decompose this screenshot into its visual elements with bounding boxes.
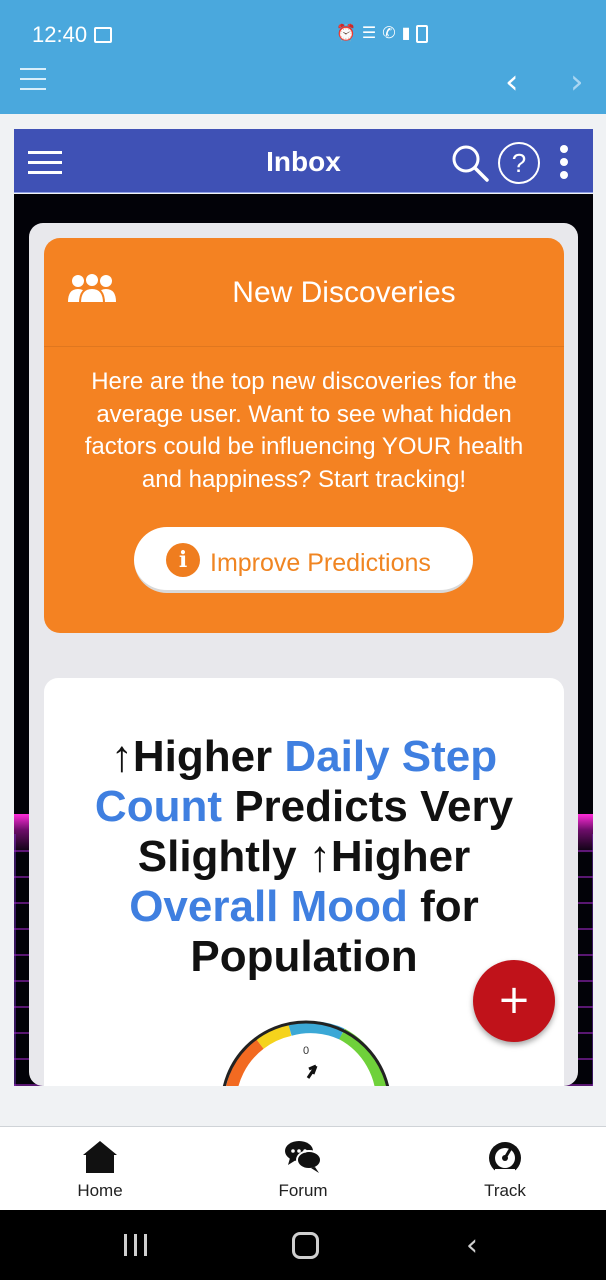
home-button-icon[interactable]	[292, 1232, 319, 1259]
speedometer-icon	[489, 1142, 521, 1175]
status-bar: 12:40 ⏰ ☰ ✆ ▮ ‹ ›	[0, 0, 606, 114]
browser-menu-icon[interactable]	[20, 68, 46, 98]
more-options-icon[interactable]	[560, 145, 570, 184]
signal-icon: ▮	[401, 25, 411, 42]
info-icon: i	[166, 543, 200, 577]
status-time: 12:40	[32, 22, 88, 47]
nav-home[interactable]: Home	[40, 1139, 160, 1201]
wifi-calling-icon: ✆	[382, 25, 396, 42]
discoveries-card: New Discoveries Here are the top new dis…	[44, 238, 564, 633]
system-nav-bar: ‹	[0, 1210, 606, 1280]
status-icons: ⏰ ☰ ✆ ▮	[336, 24, 429, 44]
search-icon[interactable]	[450, 143, 490, 183]
gallery-notification-icon	[94, 27, 112, 43]
add-button[interactable]: +	[473, 960, 555, 1042]
wifi-icon: ☰	[361, 25, 377, 42]
improve-predictions-label: Improve Predictions	[210, 549, 431, 577]
study-title: ↑Higher Daily Step Count Predicts Very S…	[94, 732, 514, 981]
divider	[44, 346, 564, 347]
battery-icon	[416, 25, 429, 43]
recents-icon[interactable]	[124, 1234, 150, 1256]
chat-bubbles-icon	[285, 1141, 322, 1173]
nav-forum[interactable]: Forum	[243, 1139, 363, 1201]
bottom-spacer	[0, 1086, 606, 1126]
people-icon	[68, 272, 116, 304]
improve-predictions-button[interactable]: i Improve Predictions	[134, 527, 473, 593]
nav-track-label: Track	[484, 1181, 526, 1200]
gauge-label: 0	[303, 1045, 309, 1057]
help-icon[interactable]: ?	[498, 142, 540, 184]
app-header: Inbox ?	[14, 129, 593, 193]
effect-variable: Overall Mood	[129, 882, 408, 931]
home-icon	[83, 1141, 117, 1173]
alarm-icon: ⏰	[336, 25, 356, 42]
nav-forum-label: Forum	[278, 1181, 328, 1200]
nav-home-label: Home	[77, 1181, 123, 1200]
browser-back-icon[interactable]: ‹	[505, 62, 519, 102]
browser-forward-icon[interactable]: ›	[570, 62, 584, 102]
discoveries-description: Here are the top new discoveries for the…	[84, 368, 524, 493]
back-icon[interactable]: ‹	[466, 1228, 478, 1263]
gauge: 0	[222, 1020, 390, 1086]
discoveries-title: New Discoveries	[232, 276, 456, 309]
nav-track[interactable]: Track	[445, 1139, 565, 1201]
bottom-nav: Home Forum Track	[0, 1126, 606, 1210]
